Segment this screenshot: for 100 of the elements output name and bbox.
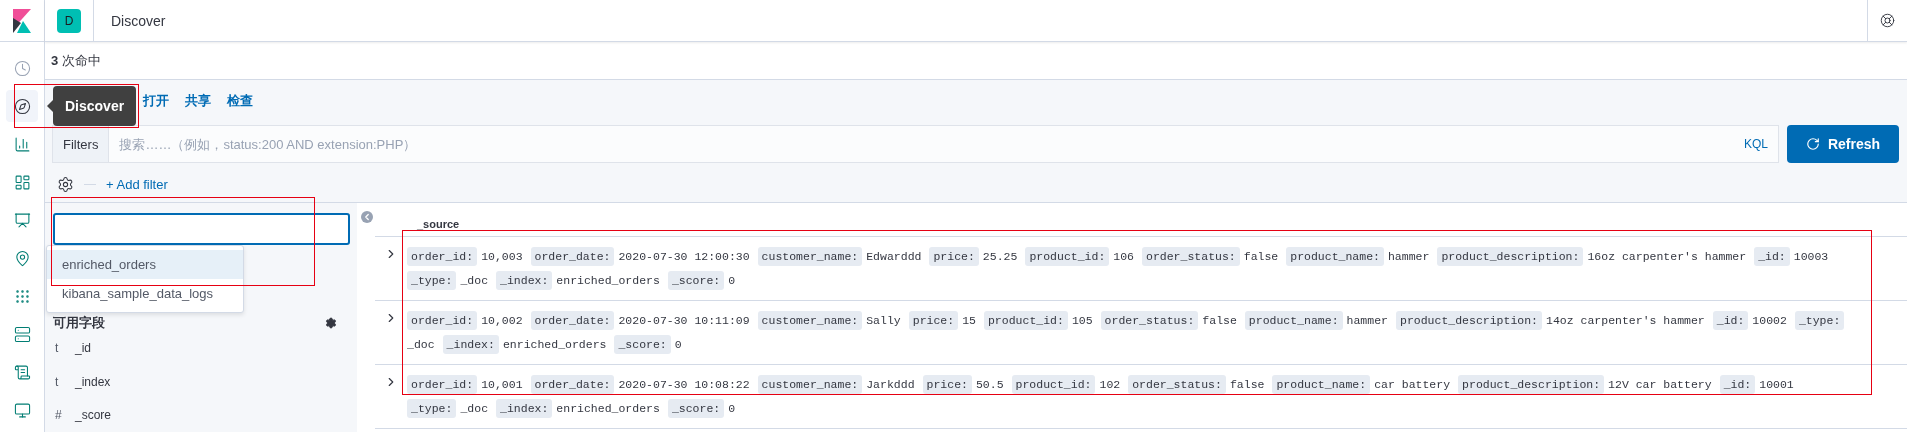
refresh-icon — [1805, 137, 1820, 151]
field-key: _id: — [1712, 311, 1749, 330]
menu-link[interactable]: 打开 — [143, 92, 169, 110]
field-value: enriched_orders — [556, 401, 660, 417]
field-value: 2020-07-30 10:08:22 — [618, 377, 750, 393]
hits-count: 3 — [51, 53, 59, 68]
field-value: Edwarddd — [866, 249, 922, 265]
field-key: customer_name: — [757, 375, 863, 394]
field-key: customer_name: — [757, 311, 863, 330]
field-key: _index: — [496, 399, 553, 418]
field-key: _id: — [1754, 247, 1790, 266]
menu-link[interactable]: 检查 — [227, 92, 253, 110]
field-value: 10003 — [1793, 249, 1829, 265]
field-key: product_description: — [1458, 375, 1605, 394]
hits-label: 次命中 — [62, 51, 102, 70]
filters-button[interactable]: Filters — [53, 126, 110, 162]
field-value: 10,003 — [481, 249, 523, 265]
menu-link[interactable]: 共享 — [185, 92, 211, 110]
document-icon — [13, 363, 31, 381]
field-type: t — [55, 374, 60, 389]
chart-icon — [13, 135, 31, 153]
field-key: price: — [929, 247, 979, 266]
field-key: _score: — [667, 399, 725, 418]
field-key: product_name: — [1244, 311, 1343, 330]
field-name[interactable]: _score — [75, 408, 112, 423]
field-value: _doc — [460, 273, 489, 289]
field-key: product_id: — [1025, 247, 1110, 266]
collapse-icon[interactable] — [361, 211, 373, 223]
field-name[interactable]: _index — [75, 374, 111, 389]
index-option[interactable]: enriched_orders — [47, 250, 243, 279]
field-value: enriched_orders — [502, 337, 607, 353]
field-value: 10002 — [1752, 313, 1787, 329]
field-value: 10,002 — [481, 313, 523, 329]
query-field[interactable]: Filters 搜索……（例如，status:200 AND extension:PHP） KQL — [52, 125, 1779, 163]
compass-icon — [13, 97, 31, 115]
field-value: 15 — [962, 313, 976, 329]
page-title: Discover — [111, 12, 167, 29]
add-filter-link[interactable]: + Add filter — [106, 176, 168, 192]
field-key: order_date: — [530, 247, 615, 266]
tooltip: Discover — [53, 86, 137, 126]
field-key: product_description: — [1396, 311, 1542, 330]
fields-heading: 可用字段 — [53, 313, 105, 332]
field-value: 10001 — [1759, 377, 1794, 393]
field-type: # — [55, 408, 63, 423]
field-value: 2020-07-30 12:00:30 — [618, 249, 750, 265]
space-avatar[interactable]: D — [57, 8, 81, 33]
index-search-field[interactable] — [53, 213, 350, 245]
refresh-button[interactable]: Refresh — [1787, 125, 1899, 163]
field-key: _type: — [1794, 311, 1845, 330]
field-value: Sally — [866, 313, 901, 329]
field-key: product_id: — [1011, 375, 1096, 394]
field-value: false — [1243, 249, 1279, 265]
language-button[interactable]: KQL — [1734, 137, 1778, 151]
field-key: _type: — [407, 399, 457, 418]
column-header: _source — [417, 218, 460, 230]
field-key: order_date: — [530, 311, 615, 330]
field-value: 50.5 — [975, 377, 1004, 393]
nav-item[interactable] — [6, 90, 38, 122]
index-option[interactable]: kibana_sample_data_logs — [47, 279, 243, 308]
field-value: false — [1202, 313, 1237, 329]
chevron-left-icon — [362, 212, 372, 222]
help-icon — [1880, 13, 1895, 28]
field-value: 105 — [1071, 313, 1093, 329]
server-icon — [13, 325, 31, 343]
field-key: _score: — [667, 271, 725, 290]
field-key: order_status: — [1128, 375, 1226, 394]
field-value: car battery — [1374, 377, 1451, 393]
field-key: _score: — [614, 335, 671, 354]
logo-icon[interactable] — [13, 8, 31, 33]
field-value: 0 — [674, 337, 682, 353]
field-value: 0 — [728, 401, 736, 417]
field-key: product_name: — [1272, 375, 1371, 394]
field-value: 16oz carpenter's hammer — [1587, 249, 1747, 265]
field-key: _index: — [442, 335, 499, 354]
map-pin-icon — [13, 249, 31, 267]
field-value: hammer — [1346, 313, 1388, 329]
clock-icon — [13, 59, 31, 77]
monitor-icon — [13, 401, 31, 419]
field-key: price: — [922, 375, 972, 394]
field-key: _index: — [496, 271, 553, 290]
field-value: false — [1229, 377, 1265, 393]
field-key: order_status: — [1142, 247, 1240, 266]
field-key: customer_name: — [757, 247, 863, 266]
field-key: _type: — [407, 271, 457, 290]
field-key: price: — [908, 311, 959, 330]
field-key: product_name: — [1286, 247, 1384, 266]
dashboard-icon — [13, 173, 31, 191]
settings-icon[interactable] — [325, 316, 337, 329]
field-key: order_id: — [407, 375, 478, 394]
field-value: 2020-07-30 10:11:09 — [618, 313, 750, 329]
field-key: order_id: — [407, 247, 478, 266]
field-value: 0 — [728, 273, 736, 289]
field-value: _doc — [407, 337, 435, 353]
field-value: 106 — [1113, 249, 1134, 265]
field-value: 12V car battery — [1608, 377, 1712, 393]
field-key: order_date: — [530, 375, 615, 394]
field-key: order_status: — [1100, 311, 1199, 330]
settings-icon[interactable] — [57, 175, 74, 193]
field-name[interactable]: _id — [75, 341, 91, 356]
field-value: 14oz carpenter's hammer — [1546, 313, 1705, 329]
